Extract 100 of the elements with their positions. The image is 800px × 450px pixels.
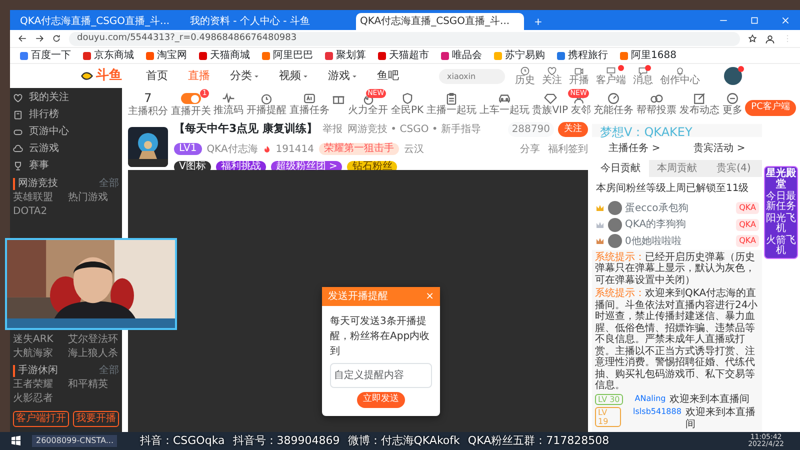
toolbar-item[interactable]: 推流码 (214, 92, 244, 116)
browser-tab[interactable]: QKA付志海直播_CSGO直播_斗... (16, 13, 184, 30)
toolbar-item[interactable]: 直播任务 (289, 92, 330, 116)
game-link[interactable]: 艾尔登法环 (68, 334, 119, 346)
maximize-icon[interactable] (750, 16, 759, 24)
user-avatar[interactable] (724, 67, 742, 85)
toolbar-item[interactable]: 帮帮投票 (636, 92, 677, 116)
panel-link[interactable]: 主播任务 > (608, 141, 660, 156)
header-link[interactable]: 关注 (542, 66, 562, 86)
bookmark-link[interactable]: 京东商城 (83, 48, 134, 63)
nav-link[interactable]: 分类 (230, 68, 252, 84)
close-icon[interactable] (781, 16, 790, 24)
game-link[interactable]: 热门游戏 (68, 192, 119, 204)
site-logo[interactable]: 斗鱼 (80, 66, 122, 86)
taskbar-app[interactable]: 26008099-CNSTA... (32, 435, 118, 447)
follow-button[interactable]: 关注 (558, 122, 588, 138)
windows-icon[interactable] (10, 435, 22, 447)
back-icon[interactable] (18, 34, 27, 43)
game-link[interactable]: 海上狼人杀 (68, 348, 119, 360)
header-link[interactable]: 消息 (633, 66, 653, 86)
toolbar-item[interactable]: 充能任务 (594, 92, 634, 116)
reload-icon[interactable] (52, 34, 61, 43)
game-link[interactable]: 英雄联盟 (13, 192, 64, 204)
toolbar-item[interactable]: 主播一起玩 (426, 92, 476, 116)
toggle-switch[interactable] (180, 93, 201, 104)
toolbar-item[interactable]: 7 主播积分 (128, 92, 168, 117)
browser-tab[interactable]: QKA付志海直播_CSGO直播_斗... (356, 13, 524, 30)
forward-icon[interactable] (35, 34, 44, 43)
nav-link[interactable]: 首页 (146, 68, 168, 84)
bookmark-link[interactable]: 苏宁易购 (494, 48, 545, 63)
signin-link[interactable]: 福利签到 (548, 142, 588, 157)
panel-tab[interactable]: 本周贡献 (648, 160, 706, 178)
streamer-name[interactable]: QKA付志海 (206, 142, 258, 157)
game-link[interactable]: 大航海家 (13, 348, 64, 360)
new-tab-button[interactable]: + (526, 15, 550, 30)
toolbar-item[interactable]: 全民PK (391, 92, 424, 116)
bookmark-link[interactable]: 阿里巴巴 (262, 48, 313, 63)
bookmark-link[interactable]: 淘宝网 (146, 48, 187, 63)
bookmark-link[interactable]: 聚划算 (325, 48, 366, 63)
promo-panel[interactable]: 星光殿堂 今日最新任务 阳光飞机 火箭飞机 (764, 166, 798, 259)
toolbar-item[interactable]: 贵族VIP (532, 92, 568, 116)
edit-icon (692, 92, 706, 105)
game-link[interactable]: 迷失ARK (13, 334, 64, 346)
bookmark-link[interactable]: 唯品会 (441, 48, 482, 63)
bookmark-link[interactable]: 携程旅行 (557, 48, 608, 63)
reward-item[interactable]: 火箭飞机 (765, 236, 797, 256)
send-button[interactable]: 立即发送 (357, 392, 405, 408)
sidebar-item[interactable]: 排行榜 (13, 107, 119, 122)
fan-name[interactable]: 蛋ecco承包狗 (625, 200, 688, 216)
toolbar-item[interactable]: 发布动态 (679, 92, 720, 116)
fan-name[interactable]: 0他她啦啦啦 (625, 234, 682, 249)
nav-link[interactable]: 游戏 (328, 68, 350, 84)
shield-icon (400, 92, 414, 105)
game-link[interactable]: DOTA2 (13, 206, 64, 218)
nav-link[interactable]: 直播 (188, 68, 210, 84)
more-link[interactable]: 全部 (99, 178, 119, 190)
header-link[interactable]: 客户端 (596, 66, 626, 86)
report-link[interactable]: 举报 (322, 122, 342, 137)
sidebar-button[interactable]: 客户端打开 (13, 411, 69, 427)
panel-link[interactable]: 贵宾活动 > (694, 141, 746, 156)
nav-link[interactable]: 视频 (279, 68, 301, 84)
category-breadcrumb[interactable]: 网游竞技 • CSGO • 新手指导 (347, 122, 481, 137)
reminder-field[interactable]: 自定义提醒内容 (330, 363, 432, 388)
fan-name[interactable]: QKA的李狗狗 (625, 217, 686, 232)
panel-tab[interactable]: 贵宾(4) (705, 160, 762, 178)
toolbar-item[interactable]: 开播提醒 (246, 92, 287, 116)
header-link[interactable]: 创作中心 (660, 66, 700, 86)
reward-item[interactable]: 阳光飞机 (765, 214, 797, 234)
client-button[interactable]: PC客户端 (745, 100, 796, 116)
search-field[interactable]: xiaoxin (439, 68, 505, 84)
profile-icon[interactable] (765, 34, 775, 44)
bookmark-link[interactable]: 百度一下 (20, 48, 71, 63)
star-icon[interactable] (748, 34, 757, 43)
header-link[interactable]: 开播 (569, 66, 589, 86)
caret-icon[interactable] (254, 74, 259, 78)
chat-user[interactable]: lslsb541888 (633, 407, 682, 416)
header-link[interactable]: 历史 (515, 66, 535, 86)
heart-icon (547, 66, 557, 76)
address-field[interactable]: douyu.com/5544313?_r=0.49868486676480983 (69, 32, 740, 46)
bookmark-link[interactable]: 阿里1688 (620, 48, 676, 63)
toolbar-item[interactable]: 更多 (722, 92, 742, 116)
nav-link[interactable]: 鱼吧 (377, 68, 399, 84)
game-link[interactable]: 王者荣耀 (13, 379, 64, 391)
more-link[interactable]: 全部 (99, 365, 119, 377)
panel-tab[interactable]: 今日贡献 (592, 160, 649, 178)
caret-icon[interactable] (303, 74, 308, 78)
browser-tab[interactable]: 我的资料 - 个人中心 - 斗鱼 (186, 13, 354, 30)
sidebar-item[interactable]: 赛事 (13, 158, 119, 173)
game-link[interactable]: 火影忍者 (13, 393, 64, 405)
chat-user[interactable]: ANaling (634, 394, 666, 403)
caret-icon[interactable] (352, 74, 357, 78)
game-link[interactable]: 和平精英 (68, 379, 119, 391)
sidebar-item[interactable]: 我的关注 (13, 90, 119, 105)
bookmark-link[interactable]: 天猫超市 (378, 48, 429, 63)
sidebar-item[interactable]: 页游中心 (13, 124, 119, 139)
toolbar-item[interactable]: 上车一起玩 (479, 92, 530, 116)
bookmark-link[interactable]: 天猫商城 (199, 48, 250, 63)
sidebar-button[interactable]: 我要开播 (73, 411, 119, 427)
sidebar-item[interactable]: 云游戏 (13, 141, 119, 156)
share-link[interactable]: 分享 (520, 142, 540, 157)
